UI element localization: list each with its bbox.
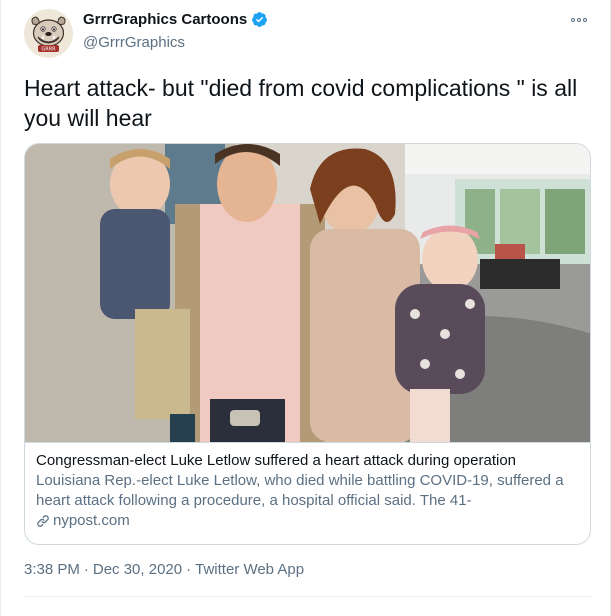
engagement-stats-row	[24, 609, 584, 616]
link-preview-card[interactable]: Congressman-elect Luke Letlow suffered a…	[24, 143, 591, 545]
link-icon	[37, 515, 49, 527]
card-description: Louisiana Rep.-elect Luke Letlow, who di…	[36, 472, 564, 509]
card-title: Congressman-elect Luke Letlow suffered a…	[36, 452, 517, 469]
verified-badge-icon	[252, 12, 268, 27]
tweet-meta: 3:38 PM · Dec 30, 2020 · Twitter Web App	[24, 561, 304, 578]
card-domain: nypost.com	[53, 512, 130, 529]
dot	[583, 18, 587, 22]
author-name-row: GrrrGraphics Cartoons	[83, 11, 268, 28]
tweet-text: Heart attack- but "died from covid compl…	[24, 75, 578, 131]
card-photo	[25, 144, 590, 442]
tweet-date[interactable]: Dec 30, 2020	[93, 561, 182, 578]
card-body: Congressman-elect Luke Letlow suffered a…	[25, 442, 590, 531]
author-handle[interactable]: @GrrrGraphics	[83, 34, 185, 51]
bulldog-avatar-icon: GRRR	[24, 9, 73, 58]
avatar-logo-text: GRRR	[41, 47, 56, 53]
author-display-name[interactable]: GrrrGraphics Cartoons	[83, 11, 247, 28]
meta-separator: ·	[186, 561, 192, 578]
divider	[24, 596, 592, 597]
dot	[577, 18, 581, 22]
meta-separator: ·	[83, 561, 89, 578]
tweet-source[interactable]: Twitter Web App	[195, 561, 304, 578]
card-domain-row: nypost.com	[36, 511, 579, 531]
tweet-time[interactable]: 3:38 PM	[24, 561, 80, 578]
dot	[571, 18, 575, 22]
author-avatar[interactable]: GRRR	[24, 9, 73, 58]
tweet: GRRR GrrrGraphics Cartoons @GrrrGraphics…	[0, 0, 611, 616]
more-options-icon[interactable]	[568, 12, 590, 28]
